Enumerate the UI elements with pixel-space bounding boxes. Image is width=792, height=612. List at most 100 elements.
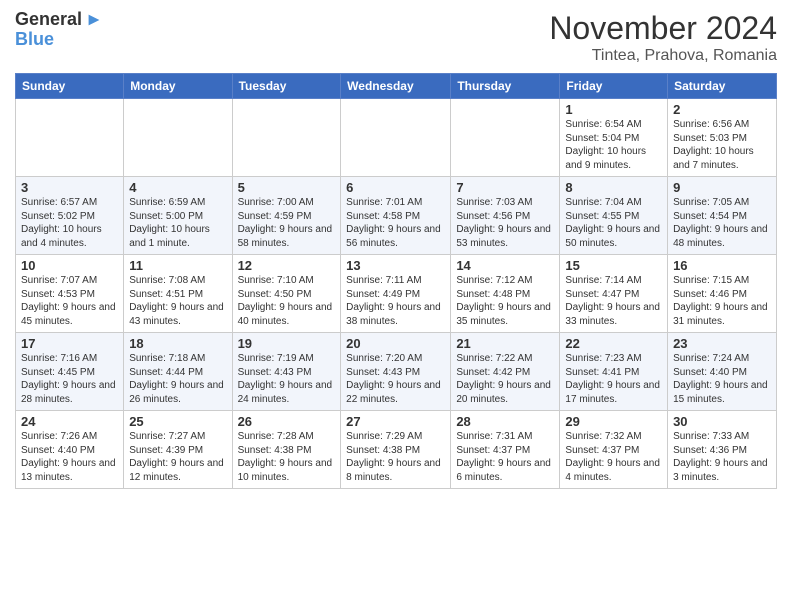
day-info: Sunrise: 7:08 AM Sunset: 4:51 PM Dayligh… xyxy=(129,274,226,328)
calendar-week-row: 17Sunrise: 7:16 AM Sunset: 4:45 PM Dayli… xyxy=(16,333,777,411)
calendar-cell: 18Sunrise: 7:18 AM Sunset: 4:44 PM Dayli… xyxy=(124,333,232,411)
day-info: Sunrise: 7:22 AM Sunset: 4:42 PM Dayligh… xyxy=(456,352,554,406)
calendar-cell: 30Sunrise: 7:33 AM Sunset: 4:36 PM Dayli… xyxy=(668,411,777,489)
calendar-cell xyxy=(341,99,451,177)
day-info: Sunrise: 7:04 AM Sunset: 4:55 PM Dayligh… xyxy=(565,196,662,250)
title-block: November 2024 Tintea, Prahova, Romania xyxy=(549,10,777,65)
day-info: Sunrise: 6:56 AM Sunset: 5:03 PM Dayligh… xyxy=(673,118,771,172)
day-info: Sunrise: 6:54 AM Sunset: 5:04 PM Dayligh… xyxy=(565,118,662,172)
calendar-cell: 1Sunrise: 6:54 AM Sunset: 5:04 PM Daylig… xyxy=(560,99,668,177)
main-container: General Blue November 2024 Tintea, Praho… xyxy=(0,0,792,499)
day-number: 18 xyxy=(129,336,226,351)
day-info: Sunrise: 7:23 AM Sunset: 4:41 PM Dayligh… xyxy=(565,352,662,406)
day-info: Sunrise: 7:14 AM Sunset: 4:47 PM Dayligh… xyxy=(565,274,662,328)
calendar-cell: 23Sunrise: 7:24 AM Sunset: 4:40 PM Dayli… xyxy=(668,333,777,411)
calendar-cell: 20Sunrise: 7:20 AM Sunset: 4:43 PM Dayli… xyxy=(341,333,451,411)
day-number: 16 xyxy=(673,258,771,273)
weekday-header: Sunday xyxy=(16,74,124,99)
calendar-cell: 16Sunrise: 7:15 AM Sunset: 4:46 PM Dayli… xyxy=(668,255,777,333)
day-number: 1 xyxy=(565,102,662,117)
calendar-cell: 9Sunrise: 7:05 AM Sunset: 4:54 PM Daylig… xyxy=(668,177,777,255)
calendar-cell: 4Sunrise: 6:59 AM Sunset: 5:00 PM Daylig… xyxy=(124,177,232,255)
day-number: 27 xyxy=(346,414,445,429)
calendar-cell: 25Sunrise: 7:27 AM Sunset: 4:39 PM Dayli… xyxy=(124,411,232,489)
day-number: 2 xyxy=(673,102,771,117)
day-info: Sunrise: 7:12 AM Sunset: 4:48 PM Dayligh… xyxy=(456,274,554,328)
calendar-week-row: 3Sunrise: 6:57 AM Sunset: 5:02 PM Daylig… xyxy=(16,177,777,255)
day-info: Sunrise: 7:10 AM Sunset: 4:50 PM Dayligh… xyxy=(238,274,336,328)
day-number: 29 xyxy=(565,414,662,429)
day-info: Sunrise: 7:24 AM Sunset: 4:40 PM Dayligh… xyxy=(673,352,771,406)
day-info: Sunrise: 7:33 AM Sunset: 4:36 PM Dayligh… xyxy=(673,430,771,484)
calendar-cell: 10Sunrise: 7:07 AM Sunset: 4:53 PM Dayli… xyxy=(16,255,124,333)
day-number: 28 xyxy=(456,414,554,429)
day-number: 23 xyxy=(673,336,771,351)
day-number: 19 xyxy=(238,336,336,351)
day-info: Sunrise: 7:27 AM Sunset: 4:39 PM Dayligh… xyxy=(129,430,226,484)
day-number: 3 xyxy=(21,180,118,195)
day-info: Sunrise: 7:19 AM Sunset: 4:43 PM Dayligh… xyxy=(238,352,336,406)
day-number: 5 xyxy=(238,180,336,195)
day-number: 7 xyxy=(456,180,554,195)
day-info: Sunrise: 7:26 AM Sunset: 4:40 PM Dayligh… xyxy=(21,430,118,484)
logo-general: General xyxy=(15,10,82,30)
calendar-cell: 12Sunrise: 7:10 AM Sunset: 4:50 PM Dayli… xyxy=(232,255,341,333)
calendar-cell xyxy=(232,99,341,177)
day-number: 12 xyxy=(238,258,336,273)
day-info: Sunrise: 7:16 AM Sunset: 4:45 PM Dayligh… xyxy=(21,352,118,406)
day-number: 14 xyxy=(456,258,554,273)
day-info: Sunrise: 7:31 AM Sunset: 4:37 PM Dayligh… xyxy=(456,430,554,484)
day-info: Sunrise: 6:57 AM Sunset: 5:02 PM Dayligh… xyxy=(21,196,118,250)
weekday-header: Thursday xyxy=(451,74,560,99)
logo-arrow-icon xyxy=(85,11,103,29)
day-number: 30 xyxy=(673,414,771,429)
day-info: Sunrise: 7:03 AM Sunset: 4:56 PM Dayligh… xyxy=(456,196,554,250)
calendar-cell: 27Sunrise: 7:29 AM Sunset: 4:38 PM Dayli… xyxy=(341,411,451,489)
calendar-cell: 19Sunrise: 7:19 AM Sunset: 4:43 PM Dayli… xyxy=(232,333,341,411)
calendar-table: SundayMondayTuesdayWednesdayThursdayFrid… xyxy=(15,73,777,489)
calendar-cell: 26Sunrise: 7:28 AM Sunset: 4:38 PM Dayli… xyxy=(232,411,341,489)
logo: General Blue xyxy=(15,10,103,50)
day-info: Sunrise: 7:00 AM Sunset: 4:59 PM Dayligh… xyxy=(238,196,336,250)
day-number: 13 xyxy=(346,258,445,273)
calendar-week-row: 10Sunrise: 7:07 AM Sunset: 4:53 PM Dayli… xyxy=(16,255,777,333)
day-number: 11 xyxy=(129,258,226,273)
weekday-header: Monday xyxy=(124,74,232,99)
logo-text: General Blue xyxy=(15,10,103,50)
weekday-header-row: SundayMondayTuesdayWednesdayThursdayFrid… xyxy=(16,74,777,99)
day-number: 22 xyxy=(565,336,662,351)
day-info: Sunrise: 7:29 AM Sunset: 4:38 PM Dayligh… xyxy=(346,430,445,484)
calendar-cell: 24Sunrise: 7:26 AM Sunset: 4:40 PM Dayli… xyxy=(16,411,124,489)
day-info: Sunrise: 7:15 AM Sunset: 4:46 PM Dayligh… xyxy=(673,274,771,328)
day-number: 26 xyxy=(238,414,336,429)
calendar-cell: 8Sunrise: 7:04 AM Sunset: 4:55 PM Daylig… xyxy=(560,177,668,255)
day-info: Sunrise: 7:05 AM Sunset: 4:54 PM Dayligh… xyxy=(673,196,771,250)
calendar-cell: 2Sunrise: 6:56 AM Sunset: 5:03 PM Daylig… xyxy=(668,99,777,177)
weekday-header: Saturday xyxy=(668,74,777,99)
calendar-cell: 29Sunrise: 7:32 AM Sunset: 4:37 PM Dayli… xyxy=(560,411,668,489)
day-number: 17 xyxy=(21,336,118,351)
calendar-week-row: 24Sunrise: 7:26 AM Sunset: 4:40 PM Dayli… xyxy=(16,411,777,489)
calendar-cell xyxy=(451,99,560,177)
header: General Blue November 2024 Tintea, Praho… xyxy=(15,10,777,65)
calendar-cell: 17Sunrise: 7:16 AM Sunset: 4:45 PM Dayli… xyxy=(16,333,124,411)
calendar-cell: 3Sunrise: 6:57 AM Sunset: 5:02 PM Daylig… xyxy=(16,177,124,255)
day-number: 24 xyxy=(21,414,118,429)
calendar-cell: 6Sunrise: 7:01 AM Sunset: 4:58 PM Daylig… xyxy=(341,177,451,255)
day-number: 25 xyxy=(129,414,226,429)
weekday-header: Friday xyxy=(560,74,668,99)
calendar-cell xyxy=(16,99,124,177)
day-number: 20 xyxy=(346,336,445,351)
day-info: Sunrise: 7:11 AM Sunset: 4:49 PM Dayligh… xyxy=(346,274,445,328)
day-info: Sunrise: 7:20 AM Sunset: 4:43 PM Dayligh… xyxy=(346,352,445,406)
day-number: 4 xyxy=(129,180,226,195)
logo-blue: Blue xyxy=(15,29,54,49)
day-info: Sunrise: 7:32 AM Sunset: 4:37 PM Dayligh… xyxy=(565,430,662,484)
calendar-cell xyxy=(124,99,232,177)
day-number: 9 xyxy=(673,180,771,195)
day-info: Sunrise: 6:59 AM Sunset: 5:00 PM Dayligh… xyxy=(129,196,226,250)
month-title: November 2024 xyxy=(549,10,777,47)
calendar-cell: 14Sunrise: 7:12 AM Sunset: 4:48 PM Dayli… xyxy=(451,255,560,333)
day-number: 21 xyxy=(456,336,554,351)
calendar-cell: 28Sunrise: 7:31 AM Sunset: 4:37 PM Dayli… xyxy=(451,411,560,489)
